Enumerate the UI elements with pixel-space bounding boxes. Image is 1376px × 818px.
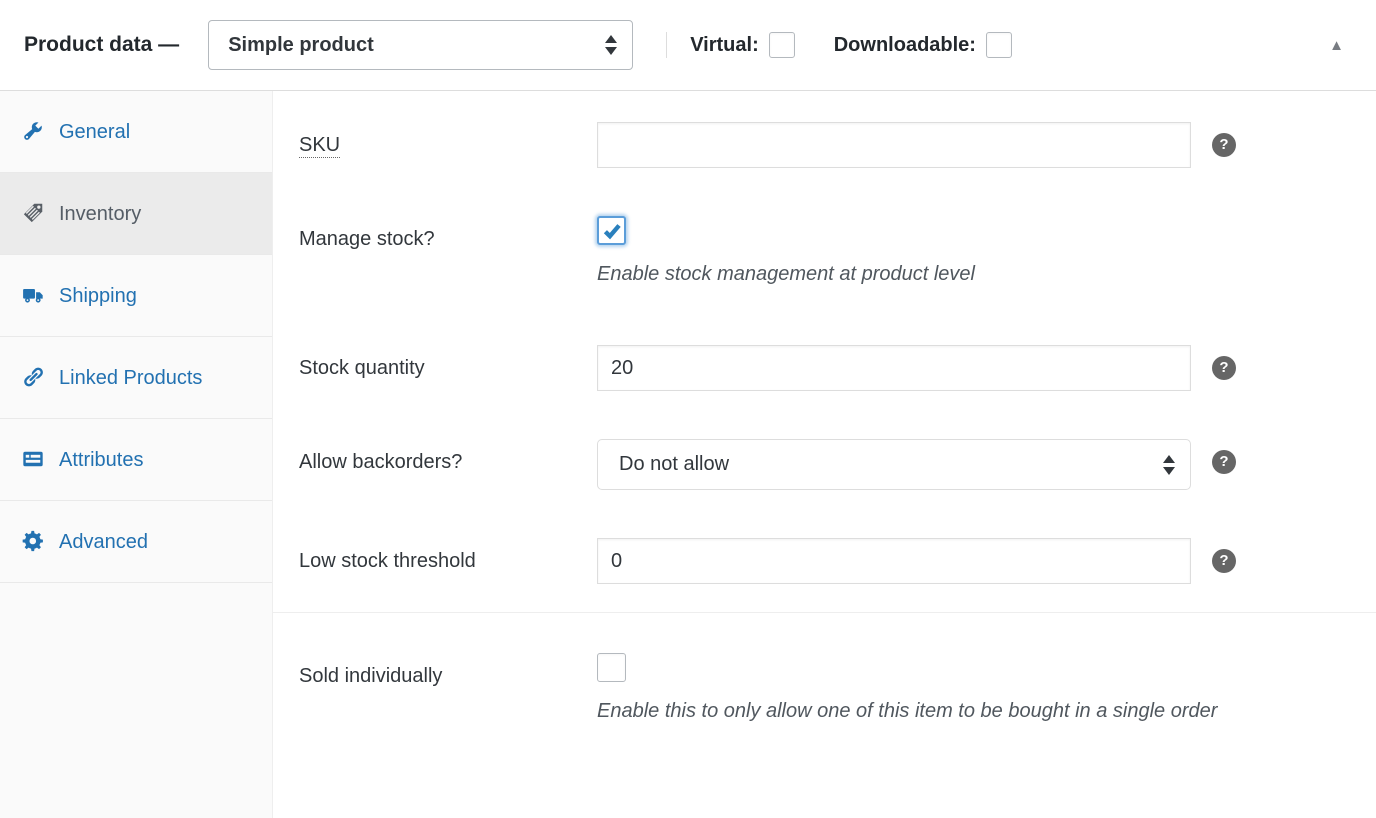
virtual-label: Virtual: <box>690 34 759 57</box>
backorders-select-value: Do not allow <box>619 453 729 476</box>
link-icon <box>22 362 44 384</box>
sku-input[interactable] <box>597 122 1191 168</box>
inventory-panel: SKU ? Manage stock? Enable stock managem… <box>273 91 1376 818</box>
tab-attributes[interactable]: Attributes <box>0 419 272 501</box>
virtual-checkbox[interactable] <box>769 32 795 58</box>
tab-label: Linked Products <box>59 367 202 389</box>
product-data-header: Product data — Simple product Virtual: D… <box>0 0 1376 91</box>
tab-label: Inventory <box>59 203 141 225</box>
select-arrows-icon <box>605 35 617 55</box>
stock-quantity-label: Stock quantity <box>299 345 597 380</box>
product-data-body: General Inventory Shipping <box>0 91 1376 818</box>
tab-label: Shipping <box>59 285 137 307</box>
page-title: Product data — <box>24 33 179 57</box>
tab-inventory[interactable]: Inventory <box>0 173 272 255</box>
sold-individually-description: Enable this to only allow one of this it… <box>597 688 1217 734</box>
sku-label[interactable]: SKU <box>299 122 597 157</box>
downloadable-group: Downloadable: <box>834 32 1012 58</box>
wrench-icon <box>22 116 44 138</box>
tab-linked-products[interactable]: Linked Products <box>0 337 272 419</box>
product-type-value: Simple product <box>228 34 374 57</box>
tab-general[interactable]: General <box>0 91 272 173</box>
gear-icon <box>22 526 44 548</box>
truck-icon <box>22 280 44 302</box>
tab-shipping[interactable]: Shipping <box>0 255 272 337</box>
tab-label: Attributes <box>59 449 143 471</box>
select-arrows-icon <box>1163 455 1175 475</box>
sold-individually-label: Sold individually <box>299 653 597 688</box>
downloadable-checkbox[interactable] <box>986 32 1012 58</box>
sold-individually-checkbox[interactable] <box>597 653 626 682</box>
backorders-row: Allow backorders? Do not allow ? <box>299 439 1376 490</box>
attributes-card-icon <box>22 444 44 466</box>
product-type-select[interactable]: Simple product <box>208 20 633 70</box>
backorders-label: Allow backorders? <box>299 439 597 474</box>
virtual-group: Virtual: <box>690 32 795 58</box>
backorders-select[interactable]: Do not allow <box>597 439 1191 490</box>
low-stock-label: Low stock threshold <box>299 538 597 573</box>
low-stock-help-icon[interactable]: ? <box>1212 549 1236 573</box>
checkmark-icon <box>601 220 623 242</box>
tab-label: General <box>59 121 130 143</box>
low-stock-row: Low stock threshold ? <box>299 538 1376 584</box>
manage-stock-label: Manage stock? <box>299 216 597 251</box>
sold-individually-row: Sold individually Enable this to only al… <box>299 653 1376 734</box>
header-divider <box>666 32 667 58</box>
manage-stock-row: Manage stock? Enable stock management at… <box>299 216 1376 297</box>
tab-advanced[interactable]: Advanced <box>0 501 272 583</box>
low-stock-input[interactable] <box>597 538 1191 584</box>
manage-stock-checkbox[interactable] <box>597 216 626 245</box>
stock-quantity-help-icon[interactable]: ? <box>1212 356 1236 380</box>
stock-quantity-row: Stock quantity ? <box>299 345 1376 391</box>
product-data-tabs: General Inventory Shipping <box>0 91 273 818</box>
backorders-help-icon[interactable]: ? <box>1212 450 1236 474</box>
tag-icon <box>22 198 44 220</box>
section-divider <box>273 612 1376 613</box>
sku-help-icon[interactable]: ? <box>1212 133 1236 157</box>
collapse-arrow-icon[interactable]: ▲ <box>1323 32 1350 59</box>
tab-label: Advanced <box>59 531 148 553</box>
downloadable-label: Downloadable: <box>834 34 976 57</box>
stock-quantity-input[interactable] <box>597 345 1191 391</box>
sku-row: SKU ? <box>299 122 1376 168</box>
manage-stock-description: Enable stock management at product level <box>597 251 975 297</box>
